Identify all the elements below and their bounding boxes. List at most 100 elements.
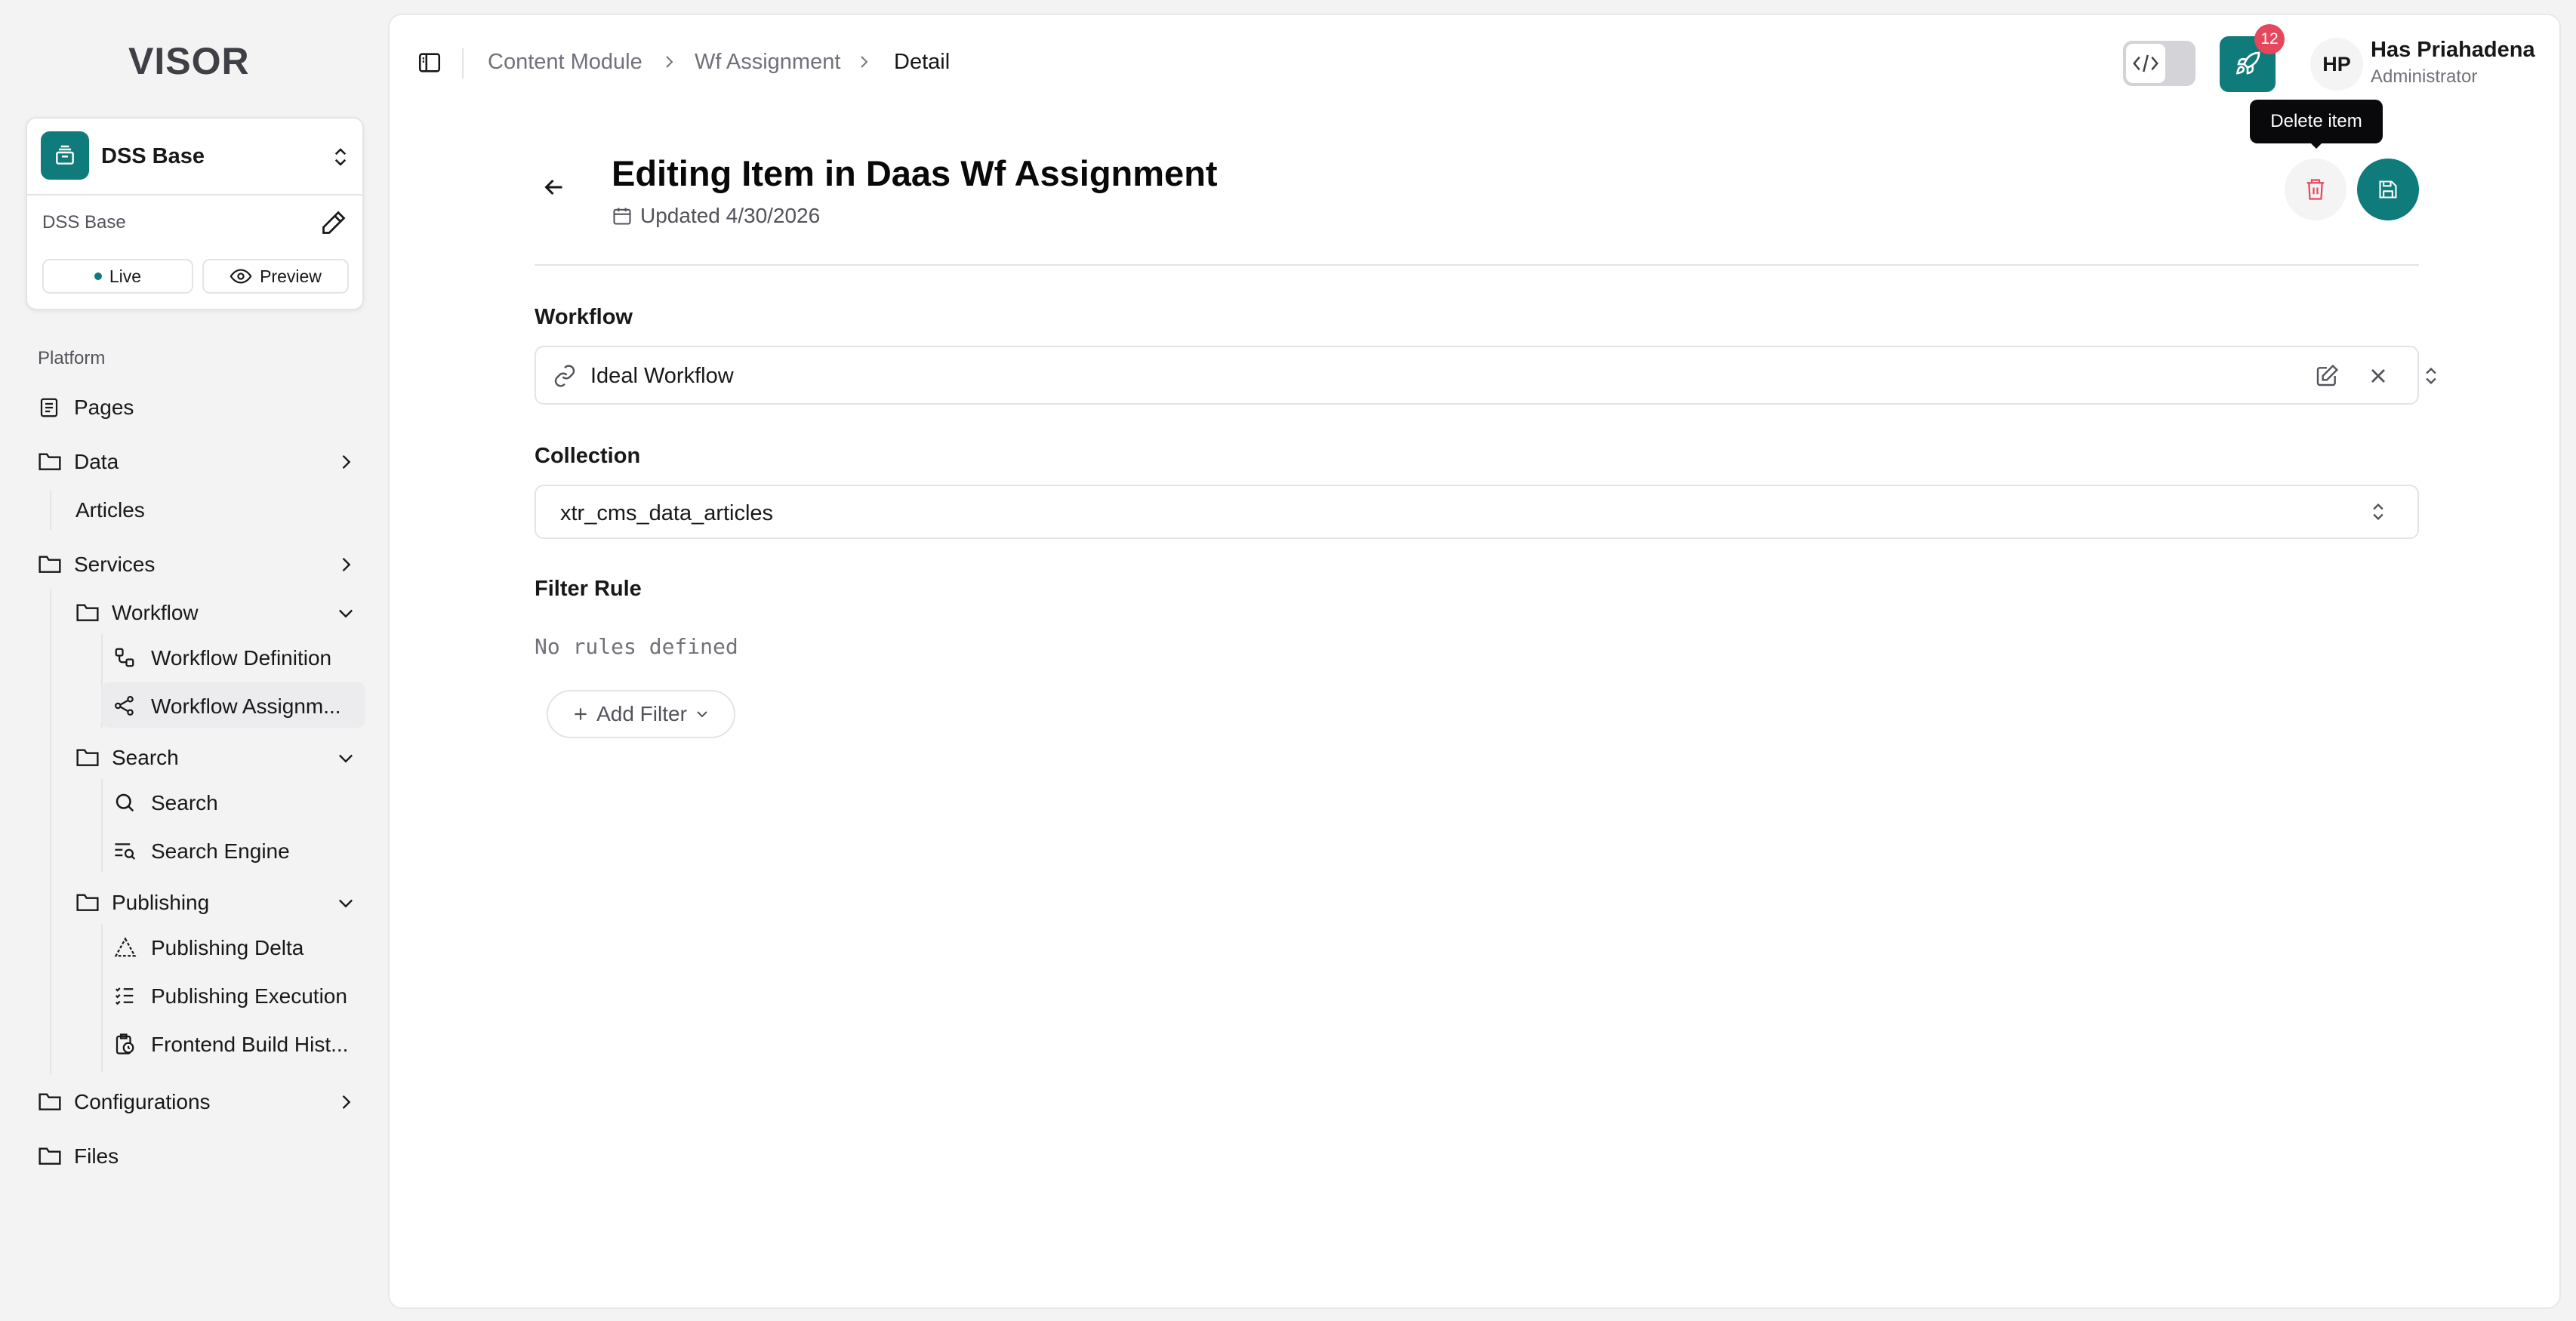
updated-text: Updated 4/30/2026	[640, 204, 821, 227]
sidebar-toggle-icon[interactable]	[417, 50, 442, 75]
sidebar-item-publishing[interactable]: Publishing	[75, 888, 362, 918]
page-title: Editing Item in Daas Wf Assignment	[612, 153, 1218, 193]
sidebar-item-search[interactable]: Search	[113, 788, 362, 818]
sidebar-item-label: Frontend Build Hist...	[151, 1033, 349, 1056]
top-bar: Content Module Wf Assignment Detail 12 H…	[390, 15, 2559, 113]
code-icon	[2133, 54, 2158, 72]
chevron-down-icon	[339, 899, 353, 908]
calendar-icon	[613, 208, 631, 225]
platform-section-label: Platform	[38, 348, 106, 368]
tooltip-arrow	[2309, 142, 2323, 149]
clear-icon[interactable]	[2366, 364, 2390, 388]
toggle-knob	[2126, 44, 2165, 83]
sidebar-item-label: Configurations	[74, 1090, 211, 1113]
chevron-updown-icon[interactable]	[2420, 364, 2442, 388]
breadcrumb-wf-assignment[interactable]: Wf Assignment	[695, 50, 840, 75]
clipboard-clock-icon	[116, 1033, 134, 1055]
logo-text: VISOR	[128, 40, 250, 82]
project-subtitle: DSS Base	[42, 212, 126, 232]
preview-label: Preview	[260, 266, 322, 286]
sidebar-item-label: Services	[74, 553, 156, 576]
user-role: Administrator	[2371, 66, 2478, 87]
chevron-right-icon	[660, 53, 678, 71]
header-divider	[535, 264, 2419, 266]
breadcrumb-detail: Detail	[894, 50, 951, 74]
collection-value: xtr_cms_data_articles	[560, 501, 774, 525]
add-filter-button[interactable]: Add Filter	[547, 690, 735, 738]
live-button[interactable]: Live	[42, 259, 193, 294]
tree-guide-publishing	[101, 924, 103, 1072]
workflow-field[interactable]: Ideal Workflow	[535, 346, 2436, 405]
avatar[interactable]: HP	[2310, 38, 2363, 91]
preview-button[interactable]: Preview	[202, 259, 349, 294]
project-icon	[41, 131, 89, 180]
sidebar-item-label: Pages	[74, 396, 134, 419]
project-name: DSS Base	[101, 144, 205, 168]
folder-icon	[39, 556, 61, 573]
sidebar-item-publishing-execution[interactable]: Publishing Execution	[113, 981, 362, 1012]
delete-tooltip: Delete item	[2250, 100, 2383, 143]
save-button[interactable]	[2357, 159, 2419, 220]
workflow-icon	[115, 648, 134, 667]
folder-icon	[39, 1093, 61, 1110]
sidebar-item-files[interactable]: Files	[38, 1141, 362, 1172]
notification-badge: 12	[2254, 24, 2285, 54]
sidebar-item-label: Publishing	[112, 891, 210, 914]
sidebar-item-search-group[interactable]: Search	[75, 743, 362, 773]
sidebar-item-workflow-assignment[interactable]: Workflow Assignm...	[113, 691, 362, 722]
sidebar-item-label: Search	[151, 791, 218, 814]
workflow-value: Ideal Workflow	[590, 364, 734, 388]
chevron-down-icon	[339, 609, 353, 618]
pages-icon	[40, 398, 58, 417]
sidebar-item-pages[interactable]: Pages	[38, 393, 362, 423]
tree-guide-search	[101, 779, 103, 873]
rocket-icon	[2236, 51, 2260, 75]
delta-icon	[114, 937, 137, 957]
user-name[interactable]: Has Priahadena	[2371, 38, 2535, 63]
trash-icon	[2306, 179, 2325, 200]
sidebar-item-label: Workflow Definition	[151, 646, 332, 670]
folder-icon	[76, 604, 99, 621]
collection-field-label: Collection	[535, 444, 641, 468]
chevron-right-icon	[855, 53, 873, 71]
pencil-icon[interactable]	[320, 209, 347, 236]
tree-guide-services	[50, 589, 51, 1075]
folder-icon	[39, 1147, 61, 1165]
project-switcher[interactable]: DSS Base	[27, 119, 362, 196]
live-dot-icon	[94, 273, 102, 280]
sidebar-item-services[interactable]: Services	[38, 550, 362, 580]
sidebar-item-search-engine[interactable]: Search Engine	[113, 836, 362, 867]
sidebar-item-label: Data	[74, 450, 119, 473]
folder-icon	[76, 749, 99, 766]
folder-icon	[39, 453, 61, 470]
topbar-divider	[462, 48, 464, 79]
chevron-right-icon	[342, 558, 351, 571]
sidebar-item-label: Articles	[75, 498, 145, 522]
live-label: Live	[109, 266, 142, 286]
chevron-right-icon	[342, 455, 351, 469]
folder-icon	[76, 894, 99, 911]
visor-logo[interactable]: VISOR	[128, 39, 261, 85]
sidebar-item-workflow-definition[interactable]: Workflow Definition	[113, 643, 362, 673]
chevron-updown-icon	[2368, 500, 2389, 524]
workflow-field-label: Workflow	[535, 305, 633, 329]
add-filter-label: Add Filter	[596, 702, 687, 725]
delete-button[interactable]	[2285, 159, 2346, 220]
chevron-down-icon	[697, 711, 707, 718]
eye-icon	[230, 267, 252, 285]
back-arrow-icon[interactable]	[541, 174, 568, 201]
sidebar-item-data[interactable]: Data	[38, 447, 362, 477]
sidebar-item-publishing-delta[interactable]: Publishing Delta	[113, 933, 362, 963]
filter-rule-label: Filter Rule	[535, 577, 642, 601]
sidebar-item-label: Files	[74, 1144, 119, 1168]
sidebar-item-workflow[interactable]: Workflow	[75, 598, 362, 628]
breadcrumb-content-module[interactable]: Content Module	[488, 50, 642, 75]
project-card: DSS Base DSS Base Live Preview	[26, 117, 364, 310]
sidebar-item-frontend-build-history[interactable]: Frontend Build Hist...	[113, 1030, 362, 1060]
tree-guide-data	[50, 491, 51, 530]
edit-icon[interactable]	[2315, 364, 2339, 388]
text-search-icon	[115, 843, 136, 860]
sidebar-item-configurations[interactable]: Configurations	[38, 1087, 362, 1117]
collection-select[interactable]: xtr_cms_data_articles	[535, 485, 2419, 539]
code-view-toggle[interactable]	[2123, 41, 2195, 86]
